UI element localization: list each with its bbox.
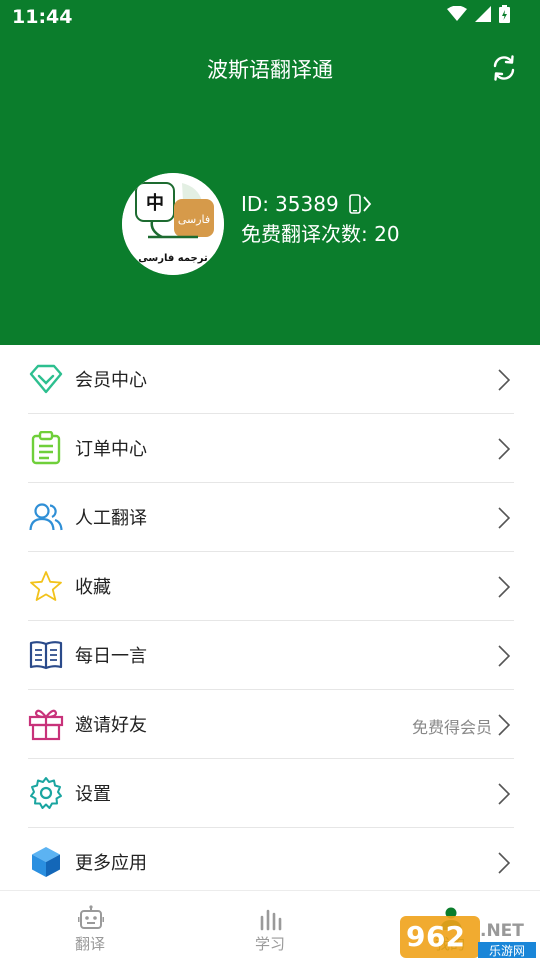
menu-item-favorites[interactable]: 收藏 (0, 552, 540, 621)
menu-item-label: 收藏 (75, 577, 111, 598)
menu-item-invite-friends[interactable]: 邀请好友 免费得会员 (0, 690, 540, 759)
chevron-right-icon (498, 438, 510, 460)
menu-item-label: 每日一言 (75, 646, 147, 667)
book-icon (28, 637, 64, 673)
id-value: 35389 (275, 192, 339, 216)
menu-item-label: 会员中心 (75, 370, 147, 391)
bars-icon (260, 909, 282, 931)
gear-icon (28, 775, 64, 811)
logo-caption: ترجمه فارسی (138, 253, 208, 264)
phone-icon (348, 193, 373, 215)
chevron-right-icon (498, 369, 510, 391)
menu-item-label: 订单中心 (75, 439, 147, 460)
gift-icon (28, 706, 64, 742)
users-icon (28, 499, 64, 535)
tab-label: 学习 (254, 935, 285, 953)
menu-item-vip-center[interactable]: 会员中心 (0, 345, 540, 414)
avatar[interactable]: 中 فارسی ترجمه فارسی (122, 173, 224, 275)
signal-icon (475, 6, 491, 22)
chevron-right-icon (498, 507, 510, 529)
profile-id-row[interactable]: ID: 35389 (241, 190, 373, 218)
menu-item-daily-quote[interactable]: 每日一言 (0, 621, 540, 690)
menu-item-order-center[interactable]: 订单中心 (0, 414, 540, 483)
menu-list: 会员中心 订单中心 人工翻译 收藏 每日一言 邀请好友 免费得会员 设置 更多应… (0, 345, 540, 897)
tab-label: 翻译 (74, 935, 105, 953)
tab-translate[interactable]: 翻译 (0, 891, 180, 960)
header: 11:44 波斯语翻译通 中 فارسی ترجمه فارسی ID: 353… (0, 0, 540, 345)
robot-icon (78, 905, 104, 929)
watermark-nine: 9 (406, 920, 425, 953)
menu-item-more-apps[interactable]: 更多应用 (0, 828, 540, 897)
watermark-site-name: 乐游网 (489, 944, 525, 958)
diamond-icon (28, 361, 64, 397)
status-time: 11:44 (12, 6, 73, 28)
cube-icon (28, 844, 64, 880)
star-icon (28, 568, 64, 604)
status-icons (447, 5, 510, 23)
logo-zh-char: 中 (146, 192, 164, 214)
watermark-logo: 9 62 .NET 乐游网 (400, 916, 536, 958)
battery-icon (499, 5, 510, 23)
clipboard-icon (28, 430, 64, 466)
menu-item-label: 人工翻译 (75, 508, 147, 529)
status-bar: 11:44 (0, 0, 540, 34)
menu-item-label: 设置 (75, 784, 111, 805)
chevron-right-icon (498, 576, 510, 598)
menu-item-label: 邀请好友 (75, 715, 147, 736)
menu-item-human-translation[interactable]: 人工翻译 (0, 483, 540, 552)
logo-fa-word: فارسی (178, 213, 210, 226)
watermark-suffix: .NET (480, 921, 524, 941)
tab-study[interactable]: 学习 (180, 891, 360, 960)
id-label: ID: (241, 192, 270, 216)
chevron-right-icon (498, 852, 510, 874)
watermark-digits: 62 (426, 920, 465, 953)
menu-item-label: 更多应用 (75, 853, 147, 874)
menu-item-settings[interactable]: 设置 (0, 759, 540, 828)
refresh-icon[interactable] (489, 53, 519, 83)
wifi-icon (447, 6, 467, 21)
free-translation-count: 免费翻译次数: 20 (241, 222, 400, 246)
app-logo: 中 فارسی ترجمه فارسی (122, 173, 224, 275)
chevron-right-icon (498, 645, 510, 667)
invite-reward-text: 免费得会员 (411, 718, 492, 737)
chevron-right-icon (498, 783, 510, 805)
chevron-right-icon (498, 714, 510, 736)
app-title: 波斯语翻译通 (207, 58, 333, 82)
